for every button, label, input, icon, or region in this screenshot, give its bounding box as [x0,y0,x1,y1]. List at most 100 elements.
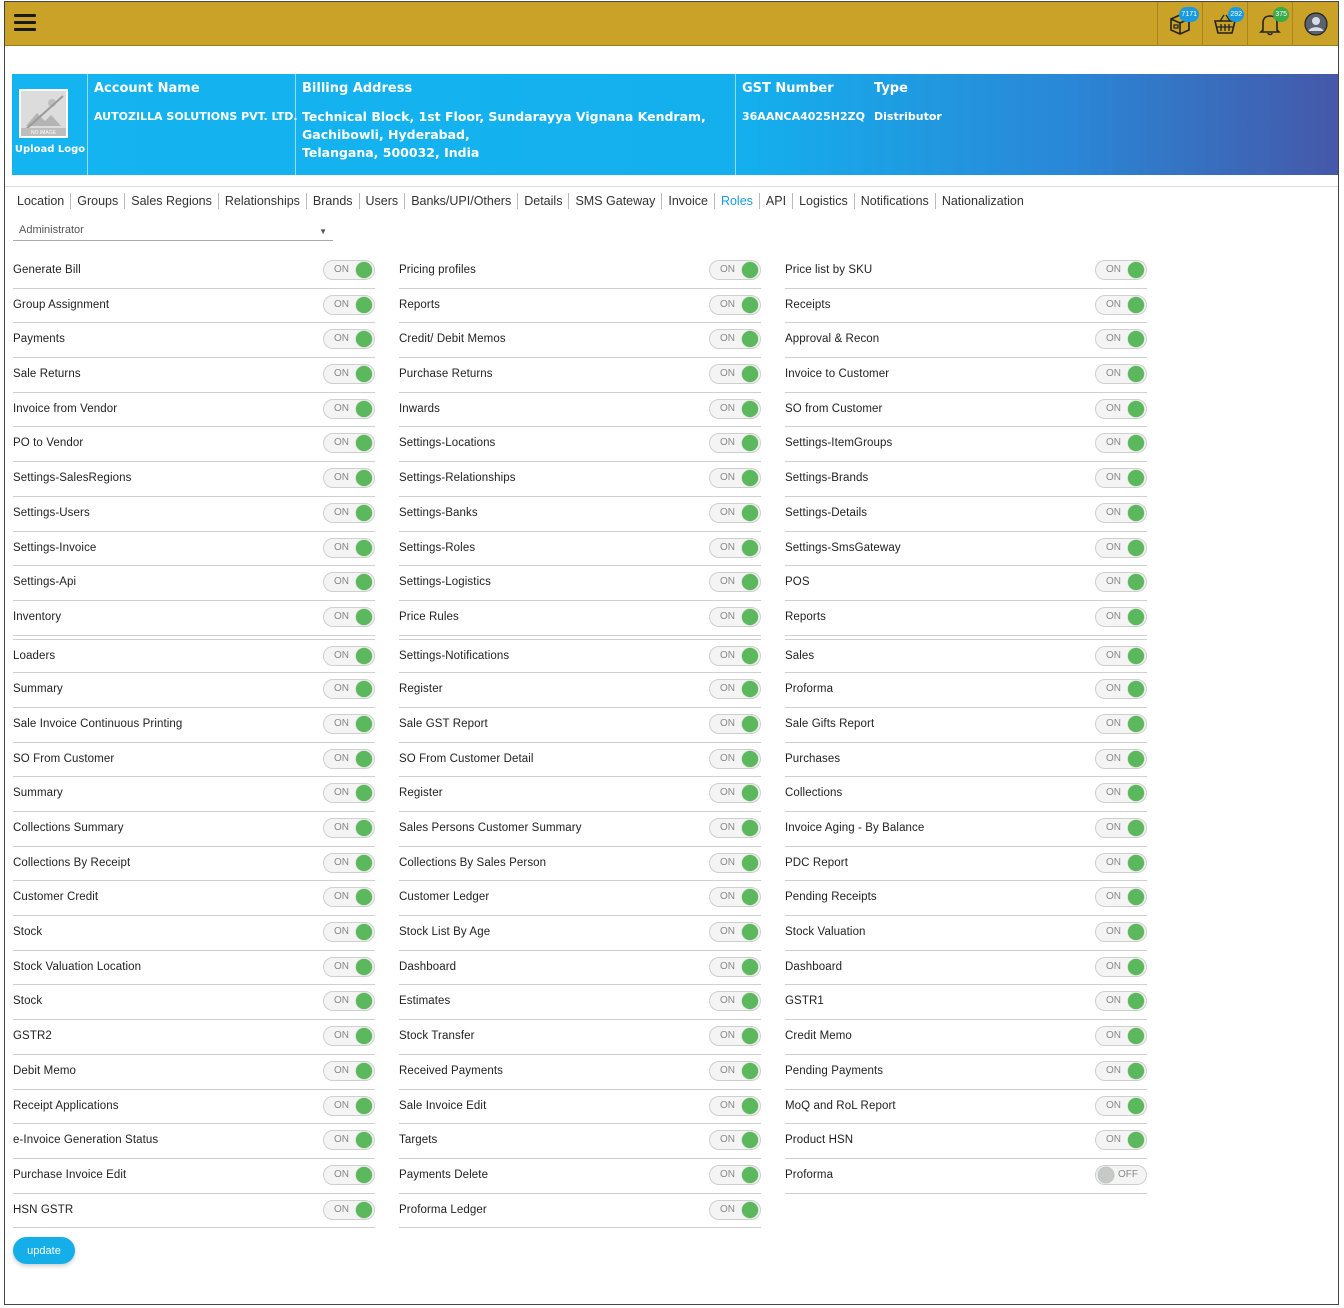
permission-toggle[interactable]: ON [323,537,375,558]
tab-brands[interactable]: Brands [307,193,360,209]
permission-toggle[interactable]: ON [1095,1130,1147,1151]
cart-button[interactable]: 292 [1202,2,1247,46]
tab-details[interactable]: Details [518,193,570,209]
permission-toggle[interactable]: ON [323,852,375,873]
hamburger-menu-icon[interactable] [14,14,36,32]
permission-toggle[interactable]: ON [709,502,761,523]
permission-toggle[interactable]: ON [1095,991,1147,1012]
permission-toggle[interactable]: ON [323,748,375,769]
permission-toggle[interactable]: ON [709,713,761,734]
permission-toggle[interactable]: ON [1095,606,1147,627]
permission-toggle[interactable]: ON [1095,294,1147,315]
permission-toggle[interactable]: ON [709,1060,761,1081]
permission-toggle[interactable]: ON [323,1060,375,1081]
permission-toggle[interactable]: ON [1095,572,1147,593]
permission-toggle[interactable]: ON [1095,398,1147,419]
tab-api[interactable]: API [760,193,794,209]
tab-location[interactable]: Location [11,193,72,209]
permission-toggle[interactable]: ON [1095,956,1147,977]
permission-toggle[interactable]: ON [323,1130,375,1151]
permission-toggle[interactable]: ON [323,887,375,908]
tab-sms-gateway[interactable]: SMS Gateway [569,193,663,209]
permission-toggle[interactable]: ON [709,991,761,1012]
permission-toggle[interactable]: ON [709,1026,761,1047]
permission-toggle[interactable]: ON [709,606,761,627]
upload-logo-button[interactable]: Upload Logo [12,144,88,155]
permission-toggle[interactable]: ON [323,783,375,804]
permission-toggle[interactable]: ON [1095,329,1147,350]
permission-toggle[interactable]: ON [323,572,375,593]
permission-toggle[interactable]: ON [1095,537,1147,558]
user-avatar-button[interactable] [1292,2,1338,46]
permission-toggle[interactable]: ON [1095,645,1147,666]
tab-nationalization[interactable]: Nationalization [936,193,1030,209]
permission-toggle[interactable]: ON [323,1026,375,1047]
permission-toggle[interactable]: ON [709,537,761,558]
tab-logistics[interactable]: Logistics [793,193,855,209]
permission-toggle[interactable]: ON [323,1095,375,1116]
permission-toggle[interactable]: ON [709,572,761,593]
permission-toggle[interactable]: ON [709,783,761,804]
permission-toggle[interactable]: ON [323,679,375,700]
permission-toggle[interactable]: ON [323,260,375,280]
tab-invoice[interactable]: Invoice [662,193,715,209]
permission-toggle[interactable]: ON [323,922,375,943]
permission-toggle[interactable]: ON [709,679,761,700]
permission-toggle[interactable]: ON [709,645,761,666]
permission-toggle[interactable]: ON [1095,748,1147,769]
permission-toggle[interactable]: ON [323,502,375,523]
permission-toggle[interactable]: ON [1095,364,1147,385]
permission-toggle[interactable]: ON [323,956,375,977]
permission-toggle[interactable]: ON [1095,1060,1147,1081]
permission-toggle[interactable]: ON [1095,1095,1147,1116]
permission-toggle[interactable]: ON [323,329,375,350]
permission-toggle[interactable]: ON [709,956,761,977]
tab-notifications[interactable]: Notifications [855,193,936,209]
permission-toggle[interactable]: ON [709,398,761,419]
permission-toggle[interactable]: ON [709,329,761,350]
permission-toggle[interactable]: ON [323,364,375,385]
permission-toggle[interactable]: ON [709,1199,761,1220]
packages-button[interactable]: 7171 [1157,2,1202,46]
permission-toggle[interactable]: ON [1095,433,1147,454]
permission-toggle[interactable]: ON [1095,852,1147,873]
tab-banks-upi-others[interactable]: Banks/UPI/Others [405,193,519,209]
tab-users[interactable]: Users [360,193,406,209]
permission-toggle[interactable]: ON [323,713,375,734]
tab-roles[interactable]: Roles [715,193,760,209]
permission-toggle[interactable]: ON [709,887,761,908]
permission-toggle[interactable]: ON [323,818,375,838]
permission-toggle[interactable]: ON [1095,468,1147,489]
permission-toggle[interactable]: ON [709,294,761,315]
update-button[interactable]: update [13,1237,75,1264]
permission-toggle[interactable]: ON [1095,887,1147,908]
permission-toggle[interactable]: ON [1095,818,1147,838]
permission-toggle[interactable]: ON [1095,783,1147,804]
permission-toggle[interactable]: ON [709,1095,761,1116]
tab-sales-regions[interactable]: Sales Regions [125,193,219,209]
permission-toggle[interactable]: ON [709,433,761,454]
permission-toggle[interactable]: ON [323,468,375,489]
permission-toggle[interactable]: ON [323,294,375,315]
tab-groups[interactable]: Groups [71,193,126,209]
permission-toggle[interactable]: ON [1095,679,1147,700]
permission-toggle[interactable]: ON [323,398,375,419]
permission-toggle[interactable]: ON [1095,713,1147,734]
permission-toggle[interactable]: ON [709,468,761,489]
logo-box[interactable]: NO IMAGE Upload Logo [12,74,88,175]
permission-toggle[interactable]: ON [709,852,761,873]
permission-toggle[interactable]: ON [709,922,761,943]
permission-toggle[interactable]: ON [323,991,375,1012]
permission-toggle[interactable]: ON [709,818,761,838]
role-select[interactable]: Administrator ▼ [13,222,333,241]
permission-toggle[interactable]: ON [323,1199,375,1220]
permission-toggle[interactable]: ON [323,1164,375,1185]
tab-relationships[interactable]: Relationships [219,193,307,209]
permission-toggle[interactable]: ON [709,260,761,280]
permission-toggle[interactable]: ON [709,1164,761,1185]
permission-toggle[interactable]: ON [323,645,375,666]
permission-toggle[interactable]: ON [323,433,375,454]
permission-toggle[interactable]: ON [1095,260,1147,280]
permission-toggle[interactable]: ON [709,1130,761,1151]
notifications-button[interactable]: 375 [1247,2,1292,46]
